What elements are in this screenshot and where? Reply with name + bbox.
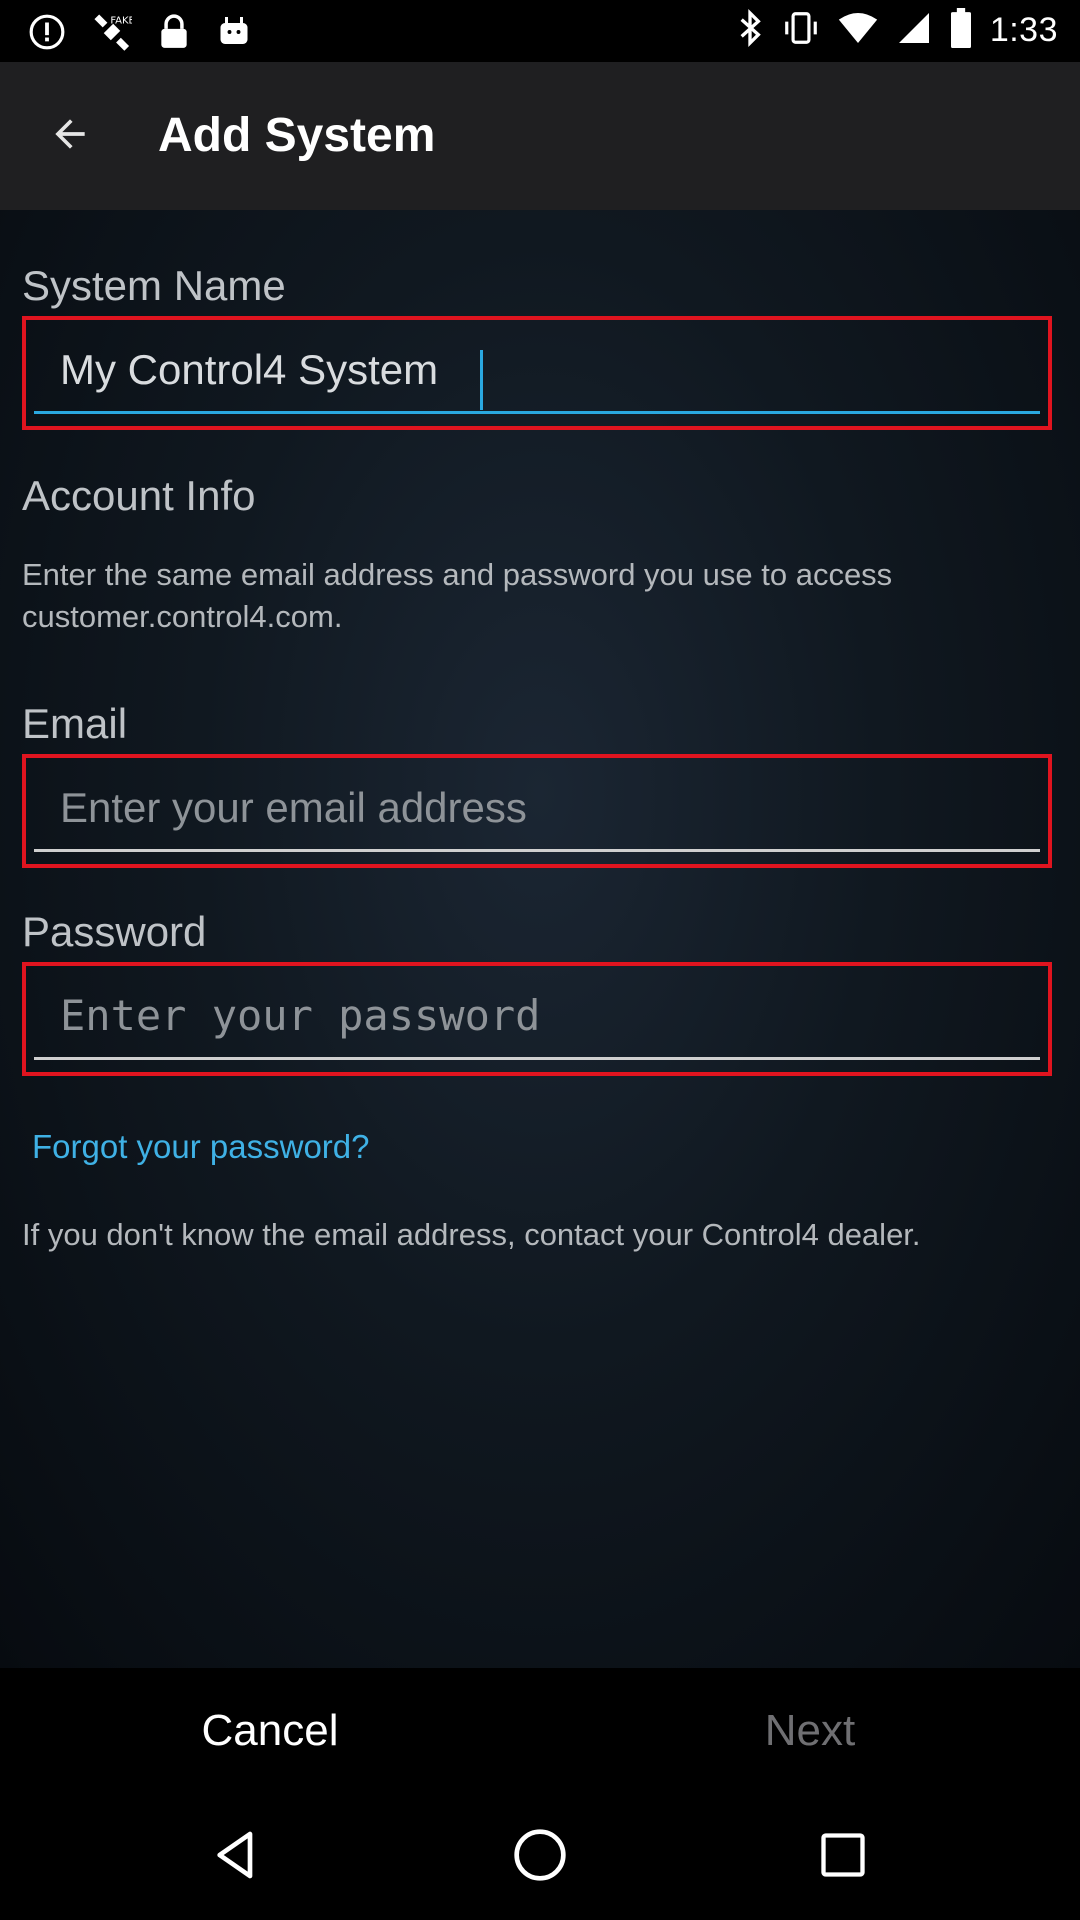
alert-circle-icon bbox=[28, 13, 66, 56]
svg-text:FAKE: FAKE bbox=[110, 16, 132, 27]
email-input[interactable] bbox=[34, 766, 1040, 849]
account-info-heading: Account Info bbox=[22, 472, 256, 519]
dealer-note: If you don't know the email address, con… bbox=[22, 1217, 921, 1252]
button-bar: Cancel Next bbox=[0, 1668, 1080, 1794]
system-name-field-frame bbox=[22, 316, 1052, 430]
password-field bbox=[34, 974, 1040, 1060]
app-bar: Add System bbox=[0, 62, 1080, 210]
system-name-input[interactable] bbox=[34, 328, 1040, 411]
arrow-back-icon bbox=[48, 112, 92, 161]
triangle-back-icon bbox=[208, 1827, 264, 1888]
back-button[interactable] bbox=[34, 100, 106, 172]
status-time: 1:33 bbox=[989, 11, 1058, 49]
page-title: Add System bbox=[158, 109, 436, 162]
password-input[interactable] bbox=[34, 974, 1040, 1057]
vibrate-icon bbox=[782, 9, 820, 52]
cancel-button[interactable]: Cancel bbox=[0, 1668, 540, 1794]
email-field-frame bbox=[22, 754, 1052, 868]
bluetooth-icon bbox=[736, 8, 764, 53]
square-recents-icon bbox=[817, 1829, 869, 1886]
lock-icon bbox=[158, 13, 190, 56]
wifi-icon bbox=[838, 11, 878, 50]
next-button[interactable]: Next bbox=[540, 1668, 1080, 1794]
satellite-icon: FAKE bbox=[92, 12, 135, 57]
system-name-label: System Name bbox=[22, 262, 286, 309]
text-cursor bbox=[480, 350, 483, 410]
navigation-bar bbox=[0, 1794, 1080, 1920]
android-icon bbox=[216, 14, 252, 55]
nav-back-button[interactable] bbox=[196, 1817, 276, 1897]
status-left-icons: FAKE bbox=[28, 12, 252, 57]
email-label: Email bbox=[22, 700, 128, 747]
system-name-field bbox=[34, 328, 1040, 414]
forgot-password-link[interactable]: Forgot your password? bbox=[32, 1128, 370, 1166]
form-content: System Name Account Info Enter the same … bbox=[0, 210, 1080, 1668]
screen: FAKE 1:33 bbox=[0, 0, 1080, 1920]
battery-icon bbox=[950, 8, 972, 53]
circle-home-icon bbox=[512, 1827, 568, 1888]
account-info-description: Enter the same email address and passwor… bbox=[22, 557, 893, 634]
nav-home-button[interactable] bbox=[500, 1817, 580, 1897]
signal-icon bbox=[896, 10, 932, 51]
password-label: Password bbox=[22, 908, 207, 955]
status-right-icons: 1:33 bbox=[736, 8, 1058, 53]
status-bar: FAKE 1:33 bbox=[0, 0, 1080, 62]
nav-recents-button[interactable] bbox=[803, 1817, 883, 1897]
password-field-frame bbox=[22, 962, 1052, 1076]
email-field bbox=[34, 766, 1040, 852]
